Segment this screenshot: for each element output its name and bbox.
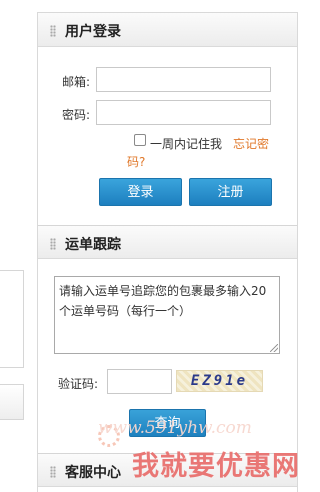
tracking-panel-header: 运单跟踪 (38, 225, 297, 259)
tracking-number-textarea[interactable]: 请输入运单号追踪您的包裹最多输入20个运单号码（每行一个） (54, 276, 280, 354)
remember-checkbox[interactable] (134, 134, 146, 146)
captcha-image-text: EZ91e (190, 373, 249, 389)
register-button[interactable]: 注册 (189, 178, 272, 206)
tracking-textarea-text: 请输入运单号追踪您的包裹最多输入20个运单号码（每行一个） (59, 284, 267, 318)
email-field[interactable] (96, 67, 271, 92)
captcha-label: 验证码: (58, 377, 99, 391)
grip-icon (50, 238, 56, 250)
forgot-password-link[interactable]: 忘记密 (233, 135, 269, 152)
password-label: 密码: (62, 108, 91, 122)
tracking-panel-title: 运单跟踪 (65, 237, 121, 253)
left-panel-fragment (0, 270, 24, 368)
captcha-input[interactable] (107, 369, 172, 394)
email-label: 邮箱: (62, 75, 91, 89)
remember-label: 一周内记住我 (150, 137, 223, 151)
left-panel-fragment-2 (0, 384, 24, 420)
watermark-text: 我就要优惠网 (132, 451, 300, 482)
login-panel-header: 用户登录 (38, 13, 297, 47)
resize-handle-icon[interactable] (270, 344, 278, 352)
grip-icon (50, 466, 56, 478)
login-button[interactable]: 登录 (99, 178, 182, 206)
captcha-image[interactable]: EZ91e (176, 370, 263, 392)
forgot-password-link-cont[interactable]: 码? (127, 153, 145, 170)
password-field[interactable] (96, 100, 271, 125)
watermark-url: www.591yhw.com (98, 418, 252, 438)
service-panel-title: 客服中心 (65, 465, 121, 481)
login-panel-title: 用户登录 (65, 24, 121, 40)
grip-icon (50, 25, 56, 37)
